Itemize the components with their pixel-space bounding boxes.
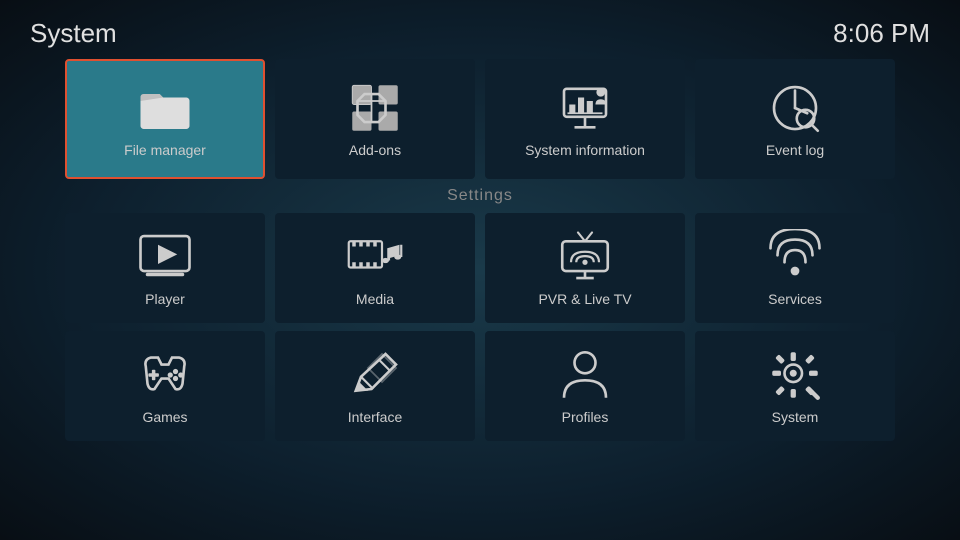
folder-icon	[137, 80, 193, 136]
tile-profiles[interactable]: Profiles	[485, 331, 685, 441]
games-icon	[137, 347, 193, 403]
page-title: System	[30, 18, 117, 49]
tile-pvr-live-tv[interactable]: PVR & Live TV	[485, 213, 685, 323]
settings-row-1: Player	[30, 213, 930, 323]
tile-system-information[interactable]: System information	[485, 59, 685, 179]
tile-add-ons-label: Add-ons	[349, 142, 401, 158]
services-icon	[767, 229, 823, 285]
tile-event-log-label: Event log	[766, 142, 824, 158]
profiles-icon	[557, 347, 613, 403]
tile-file-manager[interactable]: File manager	[65, 59, 265, 179]
tile-interface-label: Interface	[348, 409, 402, 425]
tile-system[interactable]: System	[695, 331, 895, 441]
clock: 8:06 PM	[833, 18, 930, 49]
tile-profiles-label: Profiles	[562, 409, 609, 425]
top-row: File manager Add-ons	[0, 59, 960, 179]
tile-media-label: Media	[356, 291, 394, 307]
tile-system-information-label: System information	[525, 142, 645, 158]
tile-services-label: Services	[768, 291, 822, 307]
header: System 8:06 PM	[0, 0, 960, 59]
interface-icon	[347, 347, 403, 403]
tile-interface[interactable]: Interface	[275, 331, 475, 441]
settings-label: Settings	[30, 187, 930, 205]
tile-pvr-label: PVR & Live TV	[538, 291, 631, 307]
tile-media[interactable]: Media	[275, 213, 475, 323]
system-settings-icon	[767, 347, 823, 403]
tile-system-label: System	[772, 409, 819, 425]
addons-icon	[347, 80, 403, 136]
media-icon	[347, 229, 403, 285]
tile-file-manager-label: File manager	[124, 142, 206, 158]
event-log-icon	[767, 80, 823, 136]
tile-games-label: Games	[142, 409, 187, 425]
tile-games[interactable]: Games	[65, 331, 265, 441]
tile-event-log[interactable]: Event log	[695, 59, 895, 179]
tile-player[interactable]: Player	[65, 213, 265, 323]
player-icon	[137, 229, 193, 285]
tile-player-label: Player	[145, 291, 185, 307]
pvr-icon	[557, 229, 613, 285]
settings-section: Settings Player	[0, 187, 960, 441]
settings-row-2: Games Interface	[30, 331, 930, 441]
tile-services[interactable]: Services	[695, 213, 895, 323]
tile-add-ons[interactable]: Add-ons	[275, 59, 475, 179]
system-info-icon	[557, 80, 613, 136]
